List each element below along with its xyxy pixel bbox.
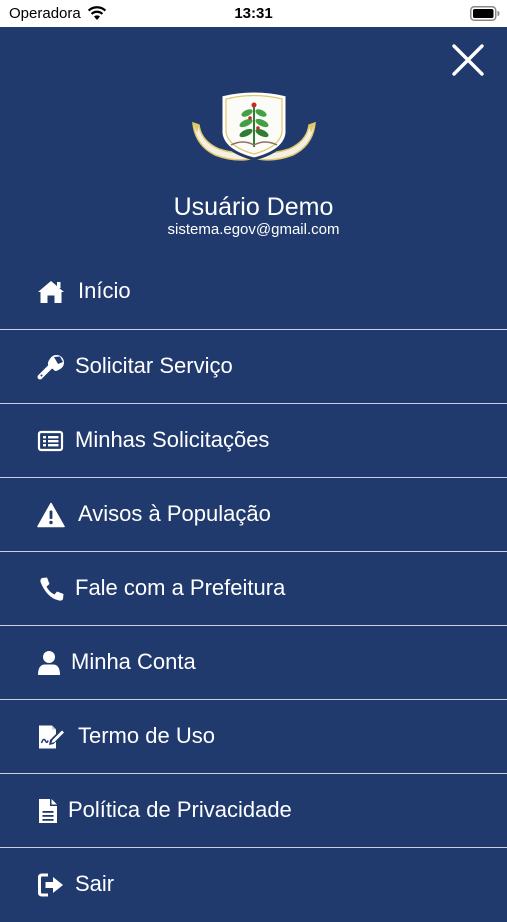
user-email: sistema.egov@gmail.com <box>167 221 340 238</box>
menu-item-politica-privacidade[interactable]: Política de Privacidade <box>0 774 507 848</box>
close-icon <box>452 44 484 76</box>
menu-item-label: Sair <box>75 871 115 896</box>
menu-item-label: Termo de Uso <box>78 723 215 748</box>
menu-item-label: Solicitar Serviço <box>75 353 233 378</box>
phone-icon <box>40 577 64 601</box>
menu-item-label: Início <box>78 278 131 303</box>
status-time: 13:31 <box>234 5 273 22</box>
wrench-icon <box>37 355 64 380</box>
sign-out-icon <box>38 873 63 897</box>
menu-item-label: Minha Conta <box>71 649 196 674</box>
menu-item-sair[interactable]: Sair <box>0 848 507 922</box>
menu-item-inicio[interactable]: Início <box>0 255 507 330</box>
list-icon <box>37 430 64 452</box>
menu-item-minhas-solicitacoes[interactable]: Minhas Solicitações <box>0 404 507 478</box>
user-name: Usuário Demo <box>173 193 334 221</box>
warning-icon <box>37 502 65 528</box>
menu-item-label: Política de Privacidade <box>68 797 292 822</box>
menu-item-fale-prefeitura[interactable]: Fale com a Prefeitura <box>0 552 507 626</box>
menu-item-avisos-populacao[interactable]: Avisos à População <box>0 478 507 552</box>
municipal-crest-icon <box>192 89 316 161</box>
menu-item-solicitar-servico[interactable]: Solicitar Serviço <box>0 330 507 404</box>
drawer-menu: Início Solicitar Serviço Minhas Solicita… <box>0 255 507 922</box>
menu-item-label: Avisos à População <box>78 501 271 526</box>
home-icon <box>38 281 64 303</box>
close-button[interactable] <box>448 40 488 80</box>
signature-icon <box>39 725 64 749</box>
battery-icon <box>470 6 500 21</box>
document-icon <box>39 799 57 823</box>
menu-item-label: Fale com a Prefeitura <box>75 575 286 600</box>
status-bar: Operadora 13:31 <box>0 0 507 27</box>
menu-item-minha-conta[interactable]: Minha Conta <box>0 626 507 700</box>
menu-item-label: Minhas Solicitações <box>75 427 270 452</box>
user-icon <box>38 651 60 675</box>
menu-item-termo-uso[interactable]: Termo de Uso <box>0 700 507 774</box>
